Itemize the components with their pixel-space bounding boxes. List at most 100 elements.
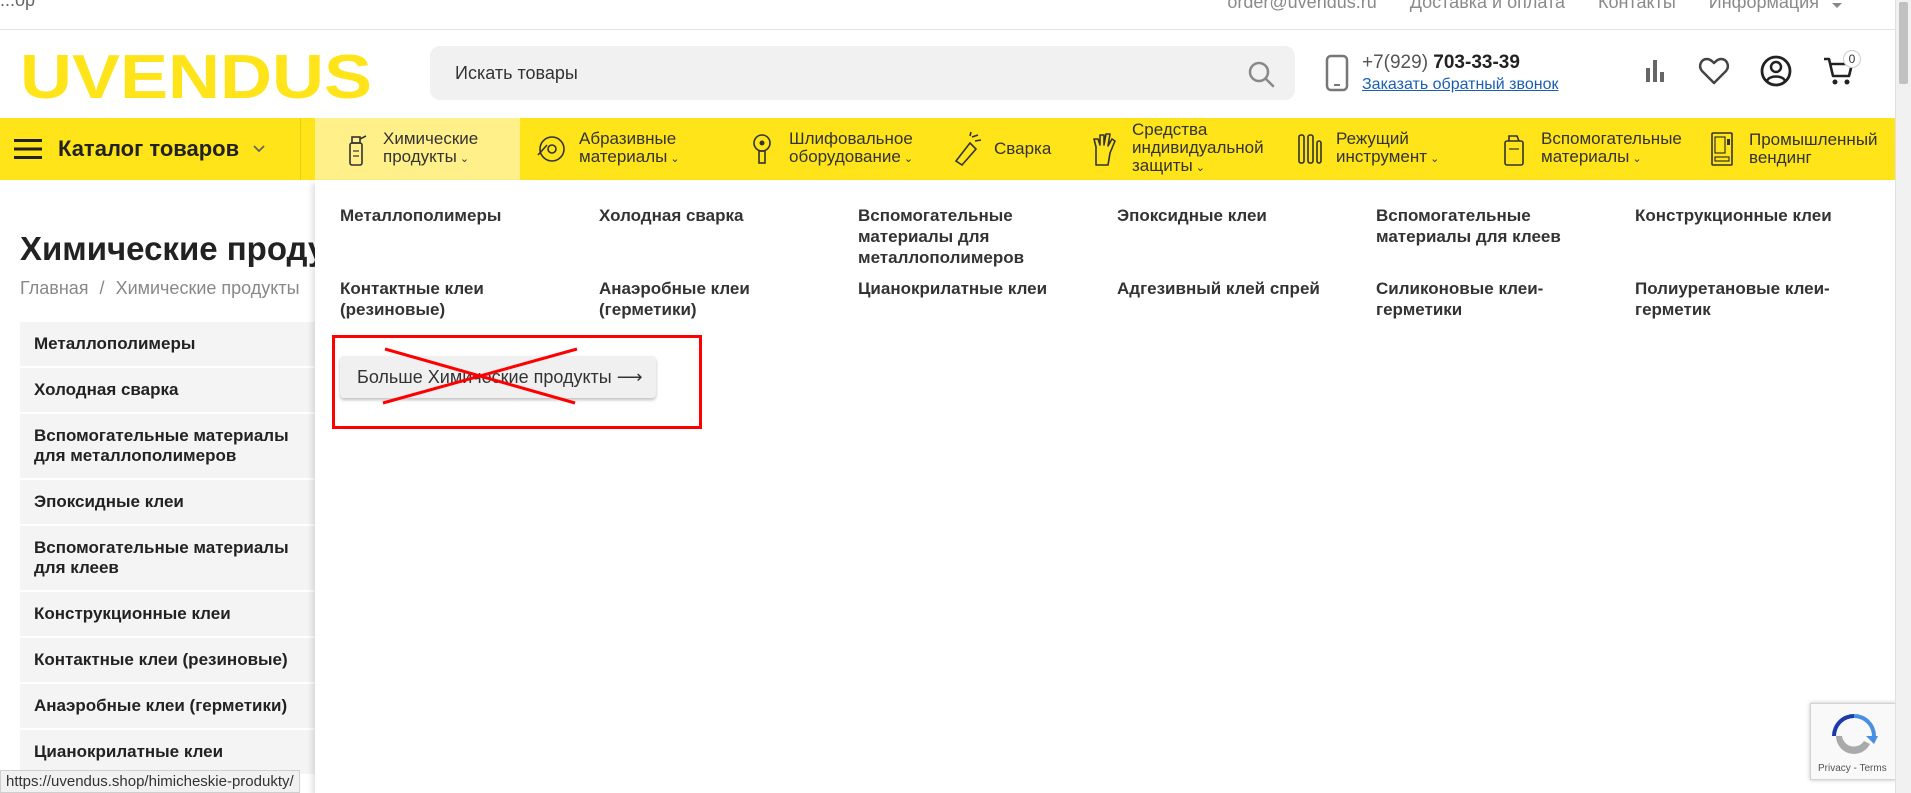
dropdown-link[interactable]: Холодная сварка — [599, 205, 858, 278]
dropdown-link[interactable]: Металлополимеры — [340, 205, 599, 278]
nav-label-line: Вспомогательные — [1541, 129, 1682, 148]
nav-label-line: Абразивные — [579, 129, 677, 148]
breadcrumb-current: Химические продукты — [115, 278, 300, 298]
nav-label-line: Режущий — [1336, 129, 1409, 148]
nav-item-chemical-products[interactable]: Химические продукты ⌄ — [315, 118, 520, 180]
nav-item-label: Вспомогательные материалы ⌄ — [1541, 130, 1682, 168]
scrollbar-thumb[interactable] — [1899, 2, 1908, 84]
dropdown-link[interactable]: Полиуретановые клеи-герметик — [1635, 278, 1894, 320]
chevron-down-icon[interactable] — [253, 145, 265, 153]
browser-status-bar: https://uvendus.shop/himicheskie-produkt… — [0, 770, 300, 793]
nav-divider — [300, 118, 301, 180]
page-title: Химические продукты — [20, 230, 320, 267]
dropdown-link[interactable]: Анаэробные клеи (герметики) — [599, 278, 858, 320]
compare-icon[interactable] — [1638, 54, 1672, 88]
nav-label-line: материалы — [579, 147, 668, 166]
grinding-disc-icon — [537, 136, 565, 162]
spray-bottle-icon — [349, 135, 367, 166]
dropdown-link[interactable]: Вспомогательные материалы для металлопол… — [858, 205, 1117, 278]
callback-link[interactable]: Заказать обратный звонок — [1362, 76, 1558, 94]
nav-label-line: материалы — [1541, 147, 1630, 166]
phone-number[interactable]: +7(929) 703-33-39 — [1362, 52, 1520, 74]
phone-prefix: +7(929) — [1362, 52, 1434, 73]
account-icon[interactable] — [1759, 54, 1793, 88]
nav-item-cutting-tools[interactable]: Режущий инструмент ⌄ — [1292, 118, 1462, 180]
chevron-down-icon: ⌄ — [1192, 162, 1206, 174]
category-dropdown: Металлополимеры Холодная сварка Вспомога… — [315, 180, 1895, 793]
delivery-link[interactable]: Доставка и оплата — [1410, 0, 1565, 13]
sidebar-item[interactable]: Эпоксидные клеи — [20, 480, 315, 526]
recaptcha-icon — [1832, 714, 1878, 754]
nav-label-line: Средства — [1132, 120, 1208, 139]
dropdown-link[interactable]: Эпоксидные клеи — [1117, 205, 1376, 278]
dropdown-link[interactable]: Силиконовые клеи-герметики — [1376, 278, 1635, 320]
nav-item-industrial-vending[interactable]: Промышленный вендинг — [1705, 118, 1895, 180]
nav-label-line: Шлифовальное — [789, 129, 913, 148]
nav-label-line: Сварка — [994, 139, 1052, 158]
top-bar-left-text: ...ор — [0, 0, 36, 10]
recaptcha-badge[interactable]: Privacy - Terms — [1810, 703, 1896, 780]
menu-icon[interactable] — [14, 139, 42, 159]
heart-icon[interactable] — [1697, 54, 1731, 88]
nav-label-line: Химические — [383, 129, 479, 148]
dropdown-link[interactable]: Адгезивный клей спрей — [1117, 278, 1376, 320]
nav-label-line: Промышленный — [1749, 130, 1878, 149]
dropdown-link[interactable]: Цианокрилатные клеи — [858, 278, 1117, 320]
vending-machine-icon — [1711, 132, 1733, 166]
breadcrumb: Главная / Химические продукты — [20, 278, 300, 299]
nav-label-line: инструмент — [1336, 147, 1428, 166]
welding-icon — [954, 131, 982, 167]
grinder-icon — [753, 134, 771, 164]
scrollbar-track[interactable] — [1895, 0, 1911, 793]
chevron-down-icon: ⌄ — [1629, 153, 1642, 165]
nav-item-label: Абразивные материалы ⌄ — [579, 130, 680, 168]
search-input[interactable]: Искать товары — [455, 63, 578, 84]
nav-item-grinding-equipment[interactable]: Шлифовальное оборудование ⌄ — [745, 118, 945, 180]
catalog-button[interactable]: Каталог товаров — [58, 136, 239, 162]
nav-item-ppe[interactable]: Средства индивидуальной защиты ⌄ — [1088, 118, 1273, 180]
nav-item-label: Шлифовальное оборудование ⌄ — [789, 130, 913, 168]
nav-label-line: вендинг — [1749, 148, 1812, 167]
uvendus-logo[interactable]: UVENDUS — [20, 48, 372, 102]
contacts-link[interactable]: Контакты — [1598, 0, 1676, 13]
annotation-red-cross — [382, 347, 578, 405]
subcategory-grid: Металлополимеры Холодная сварка Вспомога… — [340, 205, 1880, 320]
dropdown-link[interactable]: Контактные клеи (резиновые) — [340, 278, 599, 320]
gloves-icon — [1093, 133, 1116, 166]
sidebar-categories: Металлополимеры Холодная сварка Вспомога… — [20, 322, 315, 776]
info-link[interactable]: Информация — [1709, 0, 1819, 13]
top-bar-links: order@uvendus.ru Доставка и оплата Конта… — [1227, 0, 1843, 13]
sidebar-item[interactable]: Контактные клеи (резиновые) — [20, 638, 315, 684]
sidebar-item[interactable]: Холодная сварка — [20, 368, 315, 414]
search-bar[interactable]: Искать товары — [430, 46, 1295, 100]
phone-icon — [1325, 54, 1349, 92]
nav-label-line: защиты — [1132, 156, 1193, 175]
dropdown-link[interactable]: Конструкционные клеи — [1635, 205, 1894, 278]
nav-label-line: индивидуальной — [1132, 138, 1264, 157]
sidebar-item[interactable]: Конструкционные клеи — [20, 592, 315, 638]
cutting-tool-icon — [1298, 134, 1322, 164]
nav-item-label: Промышленный вендинг — [1749, 131, 1878, 167]
svg-text:UVENDUS: UVENDUS — [20, 48, 372, 102]
breadcrumb-home[interactable]: Главная — [20, 278, 89, 298]
sidebar-item[interactable]: Вспомогательные материалы для клеев — [20, 526, 315, 592]
top-bar: ...ор order@uvendus.ru Доставка и оплата… — [0, 0, 1895, 30]
chevron-down-icon: ⌄ — [900, 153, 914, 165]
chevron-down-icon: ⌄ — [456, 153, 470, 165]
sidebar-item[interactable]: Вспомогательные материалы для металлопол… — [20, 414, 315, 480]
chevron-down-icon: ⌄ — [1427, 153, 1440, 165]
breadcrumb-separator: / — [99, 278, 105, 298]
search-icon[interactable] — [1247, 60, 1275, 88]
sidebar-item[interactable]: Металлополимеры — [20, 322, 315, 368]
nav-item-label: Средства индивидуальной защиты ⌄ — [1132, 121, 1264, 177]
chevron-down-icon[interactable] — [1831, 2, 1843, 10]
dropdown-link[interactable]: Вспомогательные материалы для клеев — [1376, 205, 1635, 278]
nav-item-abrasives[interactable]: Абразивные материалы ⌄ — [535, 118, 735, 180]
nav-item-auxiliary-materials[interactable]: Вспомогательные материалы ⌄ — [1497, 118, 1697, 180]
phone-main: 703-33-39 — [1433, 52, 1520, 73]
recaptcha-terms[interactable]: Privacy - Terms — [1818, 763, 1887, 774]
nav-item-label: Химические продукты ⌄ — [383, 130, 478, 168]
sidebar-item[interactable]: Анаэробные клеи (герметики) — [20, 684, 315, 730]
email-link[interactable]: order@uvendus.ru — [1227, 0, 1376, 13]
nav-item-welding[interactable]: Сварка — [950, 118, 1065, 180]
